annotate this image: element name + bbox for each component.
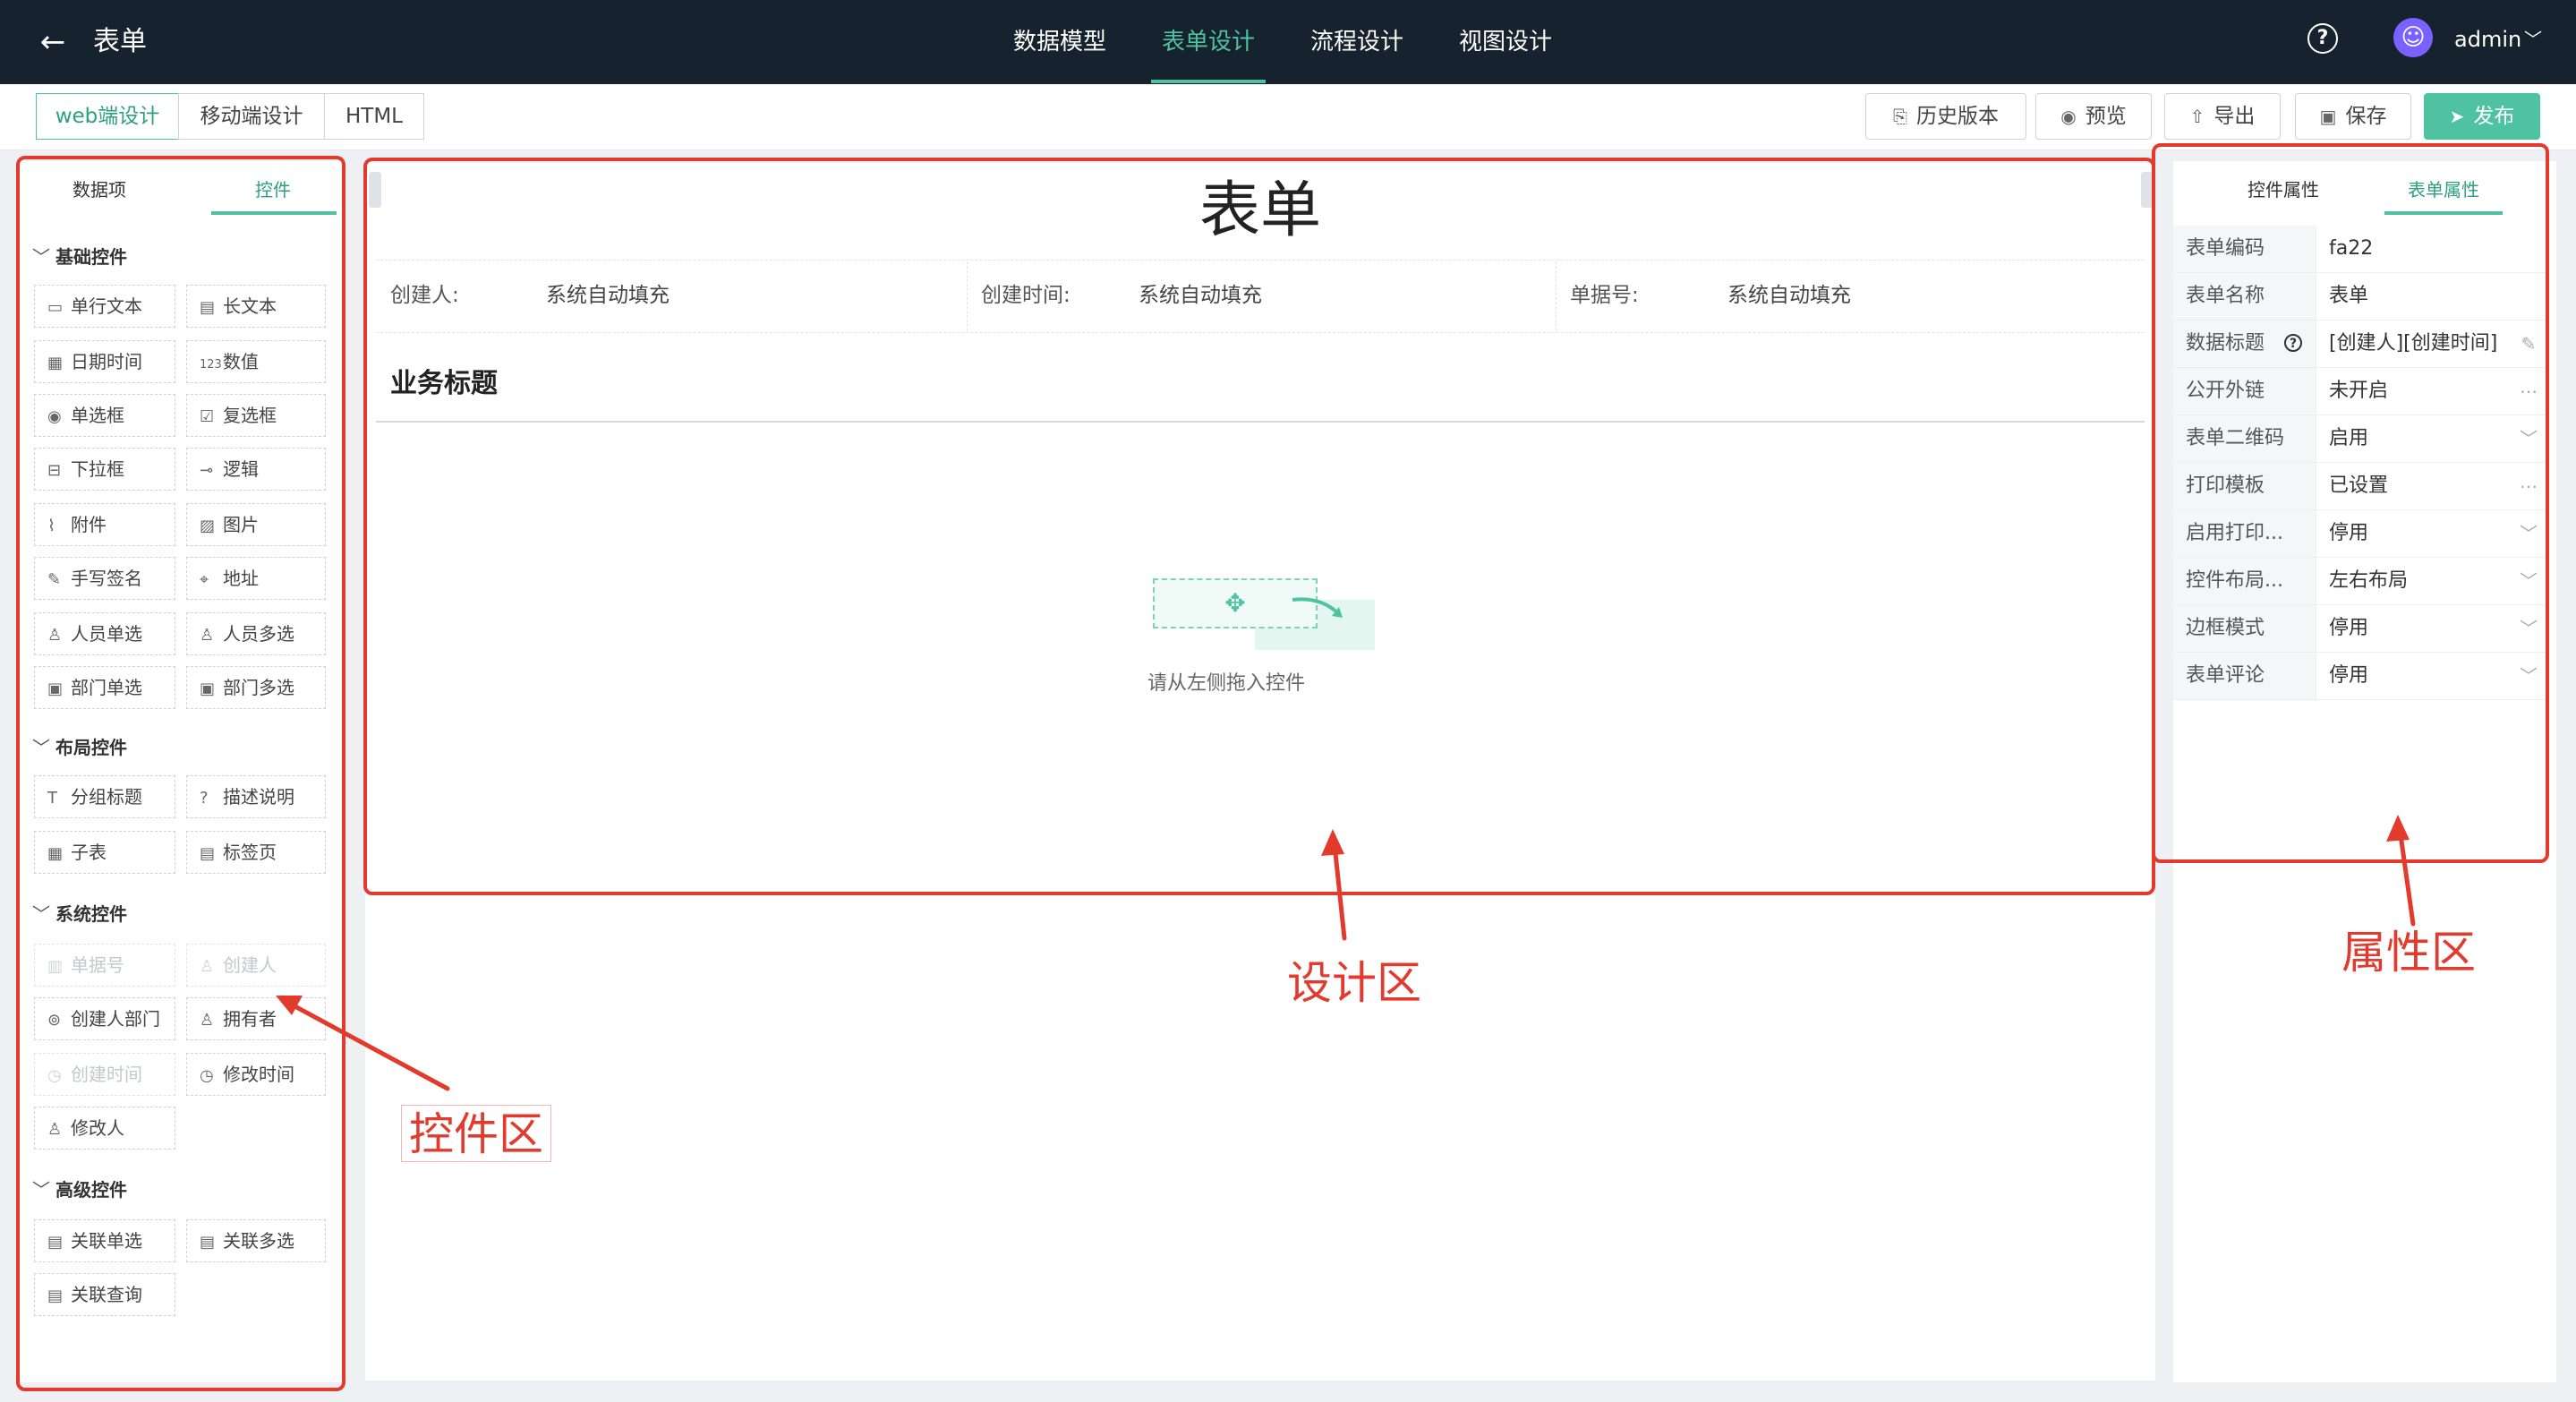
property-area-label: 属性区 xyxy=(2341,927,2476,979)
design-area-label: 设计区 xyxy=(1287,957,1421,1009)
annotation-arrows xyxy=(276,815,2416,1091)
controls-area-label: 控件区 xyxy=(401,1105,551,1162)
